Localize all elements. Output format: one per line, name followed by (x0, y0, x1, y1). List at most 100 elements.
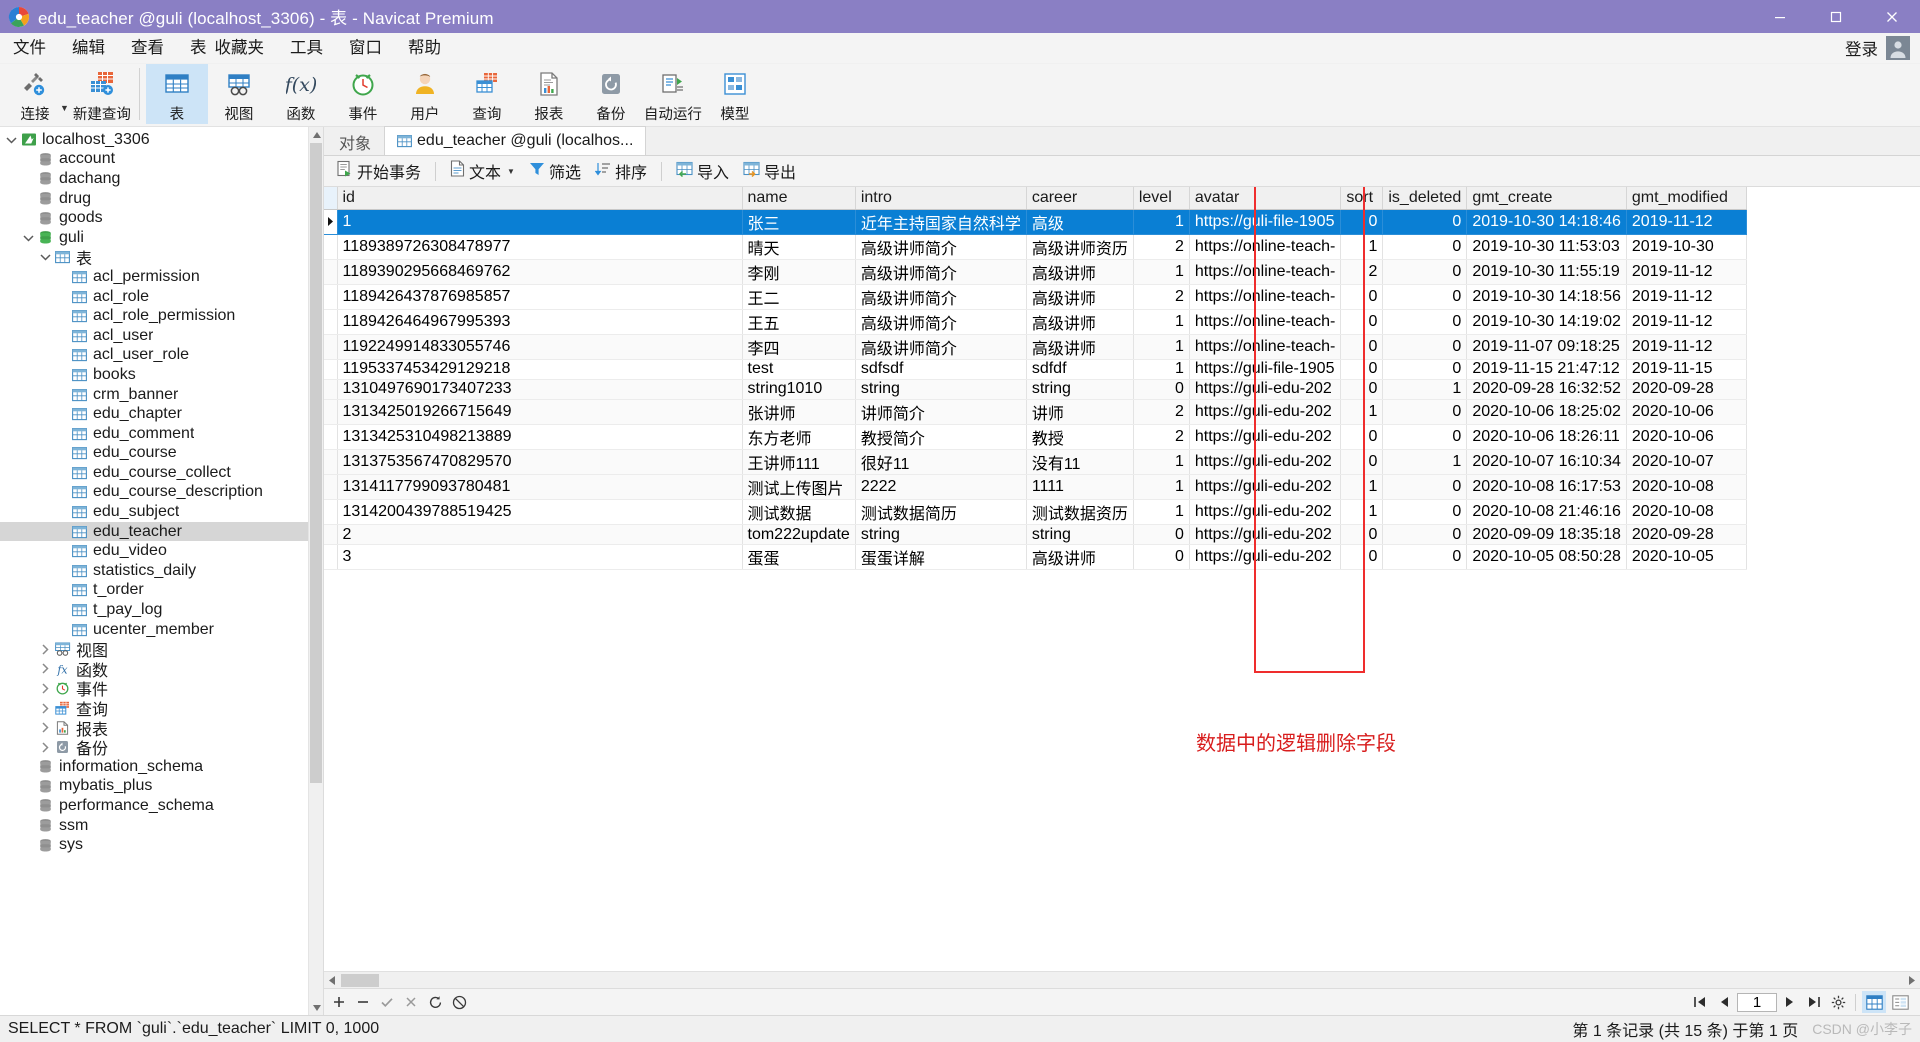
cell-sort[interactable]: 0 (1340, 209, 1384, 235)
cell-intro[interactable]: 高级讲师简介 (855, 284, 1027, 310)
cell-gmt_modified[interactable]: 2020-10-05 (1626, 544, 1747, 571)
table-row[interactable]: 1192249914833055746 李四 高级讲师简介 高级讲师 1 https://… (324, 334, 1747, 360)
row-marker[interactable] (324, 359, 338, 380)
cell-career[interactable]: 高级讲师资历 (1026, 234, 1134, 260)
sidebar-item-localhost_3306[interactable]: localhost_3306 (0, 130, 323, 150)
row-marker[interactable] (324, 499, 338, 526)
toolbar-table[interactable]: 表 (145, 64, 208, 124)
hscroll-track[interactable] (341, 972, 1903, 989)
cell-avatar[interactable]: https://guli-file-1905 (1189, 209, 1342, 235)
row-marker[interactable] (324, 234, 338, 260)
tab-edu-teacher[interactable]: edu_teacher @guli (localhos... (384, 126, 647, 155)
sidebar-item-表[interactable]: 表 (0, 248, 323, 268)
table-row[interactable]: 1313753567470829570 王讲师111 很好11 没有11 1 https:… (324, 449, 1747, 476)
cell-gmt_create[interactable]: 2019-11-07 09:18:25 (1466, 334, 1627, 360)
close-icon[interactable] (1864, 0, 1920, 33)
cell-career[interactable]: 没有11 (1026, 449, 1134, 476)
cell-name[interactable]: 晴天 (742, 234, 856, 260)
cell-name[interactable]: test (742, 359, 856, 380)
table-row[interactable]: 1313425019266715649 张讲师 讲师简介 讲师 2 https://gul… (324, 399, 1747, 426)
toolbar-event[interactable]: 事件 (332, 64, 394, 124)
cell-is_deleted[interactable]: 0 (1382, 209, 1468, 235)
cell-name[interactable]: 东方老师 (742, 424, 856, 451)
last-page-icon[interactable] (1803, 992, 1825, 1013)
sidebar-scroll-down-icon[interactable] (309, 1000, 324, 1015)
cell-career[interactable]: 高级讲师 (1026, 284, 1134, 310)
sidebar-item-ssm[interactable]: ssm (0, 816, 323, 836)
cell-gmt_modified[interactable]: 2019-11-15 (1626, 359, 1747, 380)
refresh-icon[interactable] (424, 992, 446, 1013)
form-view-icon[interactable] (1888, 991, 1912, 1013)
cell-id[interactable]: 1189389726308478977 (337, 234, 743, 260)
cell-gmt_create[interactable]: 2020-10-06 18:25:02 (1466, 399, 1627, 426)
cell-name[interactable]: 王讲师111 (742, 449, 856, 476)
cell-gmt_create[interactable]: 2020-09-28 16:32:52 (1466, 379, 1627, 401)
grid-corner-header[interactable] (324, 187, 338, 210)
cell-sort[interactable]: 0 (1340, 424, 1384, 451)
chevron-down-icon[interactable] (37, 253, 53, 261)
cell-gmt_create[interactable]: 2019-10-30 14:18:56 (1466, 284, 1627, 310)
column-header-gmt_modified[interactable]: gmt_modified (1626, 187, 1747, 210)
sidebar-item-acl_user_role[interactable]: acl_user_role (0, 346, 323, 366)
cell-intro[interactable]: 2222 (855, 474, 1027, 501)
table-row[interactable]: 1189390295668469762 李刚 高级讲师简介 高级讲师 1 https://… (324, 259, 1747, 285)
toolbar-autorun[interactable]: 自动运行 (642, 64, 704, 124)
cell-sort[interactable]: 1 (1340, 499, 1384, 526)
cell-gmt_create[interactable]: 2019-10-30 11:53:03 (1466, 234, 1627, 260)
cell-gmt_modified[interactable]: 2019-11-12 (1626, 309, 1747, 335)
chevron-right-icon[interactable] (37, 683, 53, 694)
cell-level[interactable]: 2 (1133, 284, 1190, 310)
chevron-right-icon[interactable] (37, 644, 53, 655)
cell-avatar[interactable]: https://guli-edu-202 (1189, 524, 1342, 546)
data-grid[interactable]: id name intro career level avatar sort is_delet… (324, 187, 1747, 571)
sidebar-item-edu_course_description[interactable]: edu_course_description (0, 483, 323, 503)
cell-id[interactable]: 3 (337, 544, 743, 571)
cell-gmt_create[interactable]: 2019-10-30 14:18:46 (1466, 209, 1627, 235)
cell-gmt_modified[interactable]: 2019-10-30 (1626, 234, 1747, 260)
cell-level[interactable]: 1 (1133, 259, 1190, 285)
toolbar-function[interactable]: f(x) 函数 (270, 64, 332, 124)
cell-is_deleted[interactable]: 0 (1382, 474, 1468, 501)
cell-is_deleted[interactable]: 0 (1382, 499, 1468, 526)
cell-name[interactable]: 测试数据 (742, 499, 856, 526)
cell-avatar[interactable]: https://guli-edu-202 (1189, 399, 1342, 426)
table-row[interactable]: 1314200439788519425 测试数据 测试数据简历 测试数据资历 1 http… (324, 499, 1747, 526)
cell-name[interactable]: tom222update (742, 524, 856, 546)
sidebar-item-视图[interactable]: 视图 (0, 639, 323, 660)
cell-gmt_modified[interactable]: 2020-10-06 (1626, 424, 1747, 451)
cell-gmt_create[interactable]: 2020-10-05 08:50:28 (1466, 544, 1627, 571)
cell-intro[interactable]: 蛋蛋详解 (855, 544, 1027, 571)
cell-gmt_modified[interactable]: 2020-10-07 (1626, 449, 1747, 476)
cell-is_deleted[interactable]: 0 (1382, 334, 1468, 360)
page-number-input[interactable]: 1 (1737, 992, 1777, 1012)
filter-button[interactable]: 筛选 (523, 159, 587, 184)
cell-is_deleted[interactable]: 1 (1382, 379, 1468, 401)
menu-edit[interactable]: 编辑 (59, 33, 118, 64)
chevron-right-icon[interactable] (37, 663, 53, 674)
cell-level[interactable]: 1 (1133, 309, 1190, 335)
sidebar-item-account[interactable]: account (0, 150, 323, 170)
cell-gmt_create[interactable]: 2019-11-15 21:47:12 (1466, 359, 1627, 380)
cell-gmt_create[interactable]: 2020-10-08 21:46:16 (1466, 499, 1627, 526)
cell-intro[interactable]: 高级讲师简介 (855, 309, 1027, 335)
chevron-right-icon[interactable] (37, 702, 53, 714)
cell-gmt_modified[interactable]: 2020-09-28 (1626, 379, 1747, 401)
cell-level[interactable]: 1 (1133, 474, 1190, 501)
cell-level[interactable]: 2 (1133, 399, 1190, 426)
column-header-intro[interactable]: intro (855, 187, 1027, 210)
cell-gmt_create[interactable]: 2019-10-30 11:55:19 (1466, 259, 1627, 285)
cell-gmt_modified[interactable]: 2019-11-12 (1626, 209, 1747, 235)
cell-id[interactable]: 1313425310498213889 (337, 424, 743, 451)
cell-id[interactable]: 1189390295668469762 (337, 259, 743, 285)
sidebar-item-edu_video[interactable]: edu_video (0, 541, 323, 561)
cell-name[interactable]: 王二 (742, 284, 856, 310)
chevron-right-icon[interactable] (37, 742, 53, 753)
cell-gmt_modified[interactable]: 2019-11-12 (1626, 259, 1747, 285)
sidebar-item-edu_teacher[interactable]: edu_teacher (0, 521, 323, 542)
cell-is_deleted[interactable]: 0 (1382, 234, 1468, 260)
cell-career[interactable]: sdfdf (1026, 359, 1134, 380)
cell-career[interactable]: string (1026, 379, 1134, 401)
cell-gmt_modified[interactable]: 2020-10-06 (1626, 399, 1747, 426)
cell-name[interactable]: 张讲师 (742, 399, 856, 426)
column-header-level[interactable]: level (1133, 187, 1190, 210)
